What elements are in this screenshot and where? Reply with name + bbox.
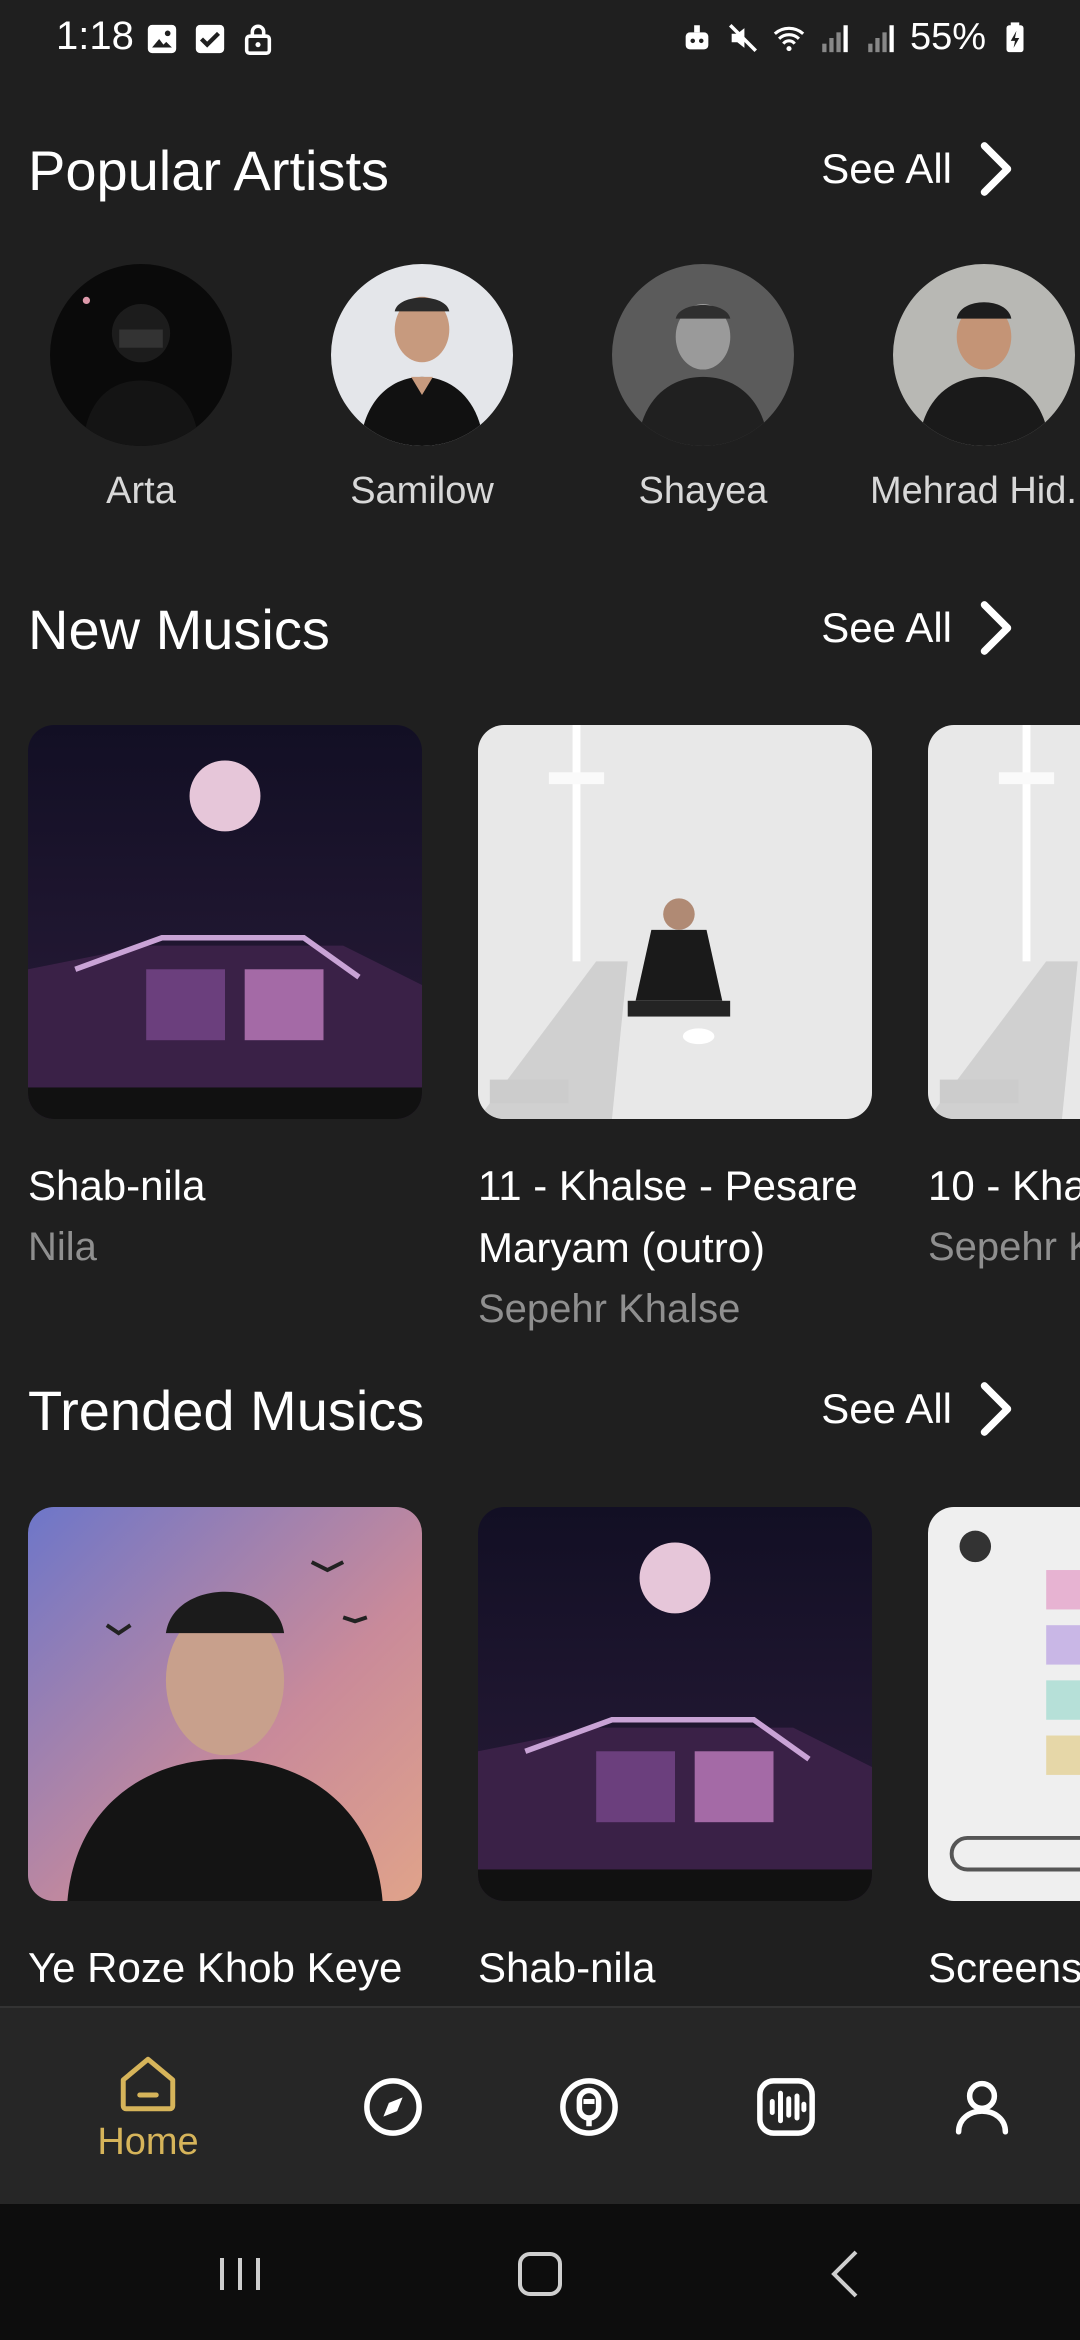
mute-icon (728, 23, 757, 52)
section-title: Trended Musics (28, 1379, 425, 1442)
new-musics-carousel[interactable]: Shab-nila Nila 11 - Khalse - Pesare Mary… (0, 725, 1080, 1335)
signal-icon (822, 24, 848, 52)
nav-profile[interactable] (874, 2008, 1080, 2206)
nav-home[interactable]: Home (40, 2008, 256, 2206)
wifi-icon (773, 26, 805, 51)
new-musics-header: New Musics See All (0, 587, 1080, 677)
artist-name: Arta (106, 470, 176, 512)
track-title: Shab-nila (478, 1944, 656, 1991)
music-card[interactable]: Screenshot (928, 1507, 1080, 1999)
music-card[interactable]: 10 - Khalse - Canis - A Sepehr Khalse (928, 725, 1080, 1277)
audio-wave-icon (757, 2078, 815, 2136)
track-artist: Sepehr Khalse (928, 1225, 1080, 1269)
battery-percentage: 55% (909, 16, 986, 58)
section-title: New Musics (28, 598, 330, 661)
see-all-label: See All (821, 604, 952, 651)
nav-home-label: Home (97, 2120, 199, 2163)
album-cover (28, 725, 422, 1119)
artist-name: Mehrad Hid... (869, 470, 1080, 512)
music-card[interactable]: Shab-nila (478, 1507, 872, 1999)
chevron-right-icon (980, 601, 1012, 655)
home-system-icon[interactable] (500, 2244, 580, 2304)
nav-podcast[interactable] (481, 2008, 697, 2206)
artist-avatar (50, 264, 232, 446)
bottom-navigation: Home (0, 2006, 1080, 2204)
home-icon (120, 2056, 176, 2111)
see-all-artists-button[interactable]: See All (821, 140, 1014, 198)
music-card[interactable]: Ye Roze Khob Keye (28, 1507, 422, 1999)
see-all-new-musics-button[interactable]: See All (821, 599, 1014, 657)
artist-name: Shayea (638, 470, 768, 512)
artist-item[interactable]: Arta (0, 264, 286, 513)
album-cover (478, 725, 872, 1119)
recent-apps-icon[interactable] (200, 2244, 280, 2304)
compass-icon (364, 2078, 422, 2136)
nav-audio[interactable] (678, 2008, 894, 2206)
music-card[interactable]: Shab-nila Nila (28, 725, 422, 1277)
artist-name: Samilow (350, 470, 494, 512)
status-bar: 1:18 55% (0, 0, 1080, 80)
back-icon[interactable] (806, 2244, 886, 2304)
section-title: Popular Artists (28, 139, 390, 202)
trended-musics-header: Trended Musics See All (0, 1368, 1080, 1458)
nav-explore[interactable] (285, 2008, 501, 2206)
see-all-trended-musics-button[interactable]: See All (821, 1380, 1014, 1438)
artist-item[interactable]: Shayea (558, 264, 848, 513)
see-all-label: See All (821, 145, 952, 192)
trended-musics-carousel[interactable]: Ye Roze Khob Keye Shab-nila Screenshot (0, 1507, 1080, 2006)
album-cover (478, 1507, 872, 1901)
track-title: 11 - Khalse - Pesare Maryam (outro) (478, 1162, 858, 1271)
album-cover (28, 1507, 422, 1901)
checkbox-icon (195, 24, 225, 54)
profile-icon (955, 2080, 1009, 2135)
track-title: 10 - Khalse - Canis - A (928, 1162, 1080, 1209)
popular-artists-header: Popular Artists See All (0, 128, 1080, 218)
track-artist: Sepehr Khalse (478, 1287, 741, 1331)
podcast-icon (560, 2078, 618, 2136)
status-time: 1:18 (56, 14, 134, 58)
track-title: Screenshot (928, 1944, 1080, 1991)
chevron-right-icon (980, 142, 1012, 196)
track-artist: Nila (28, 1225, 97, 1269)
artist-avatar (331, 264, 513, 446)
lock-icon (244, 24, 272, 55)
battery-icon (1006, 21, 1024, 52)
system-navigation-bar (0, 2204, 1080, 2340)
see-all-label: See All (821, 1385, 952, 1432)
robot-icon (685, 24, 709, 49)
music-card[interactable]: 11 - Khalse - Pesare Maryam (outro) Sepe… (478, 725, 872, 1335)
signal-icon (868, 24, 894, 52)
track-title: Shab-nila (28, 1162, 206, 1209)
track-title: Ye Roze Khob Keye (28, 1944, 403, 1991)
album-cover (928, 1507, 1080, 1901)
artist-avatar (893, 264, 1075, 446)
artist-item[interactable]: Samilow (277, 264, 567, 513)
album-cover (928, 725, 1080, 1119)
artists-carousel[interactable]: Arta Samilow Shayea Mehrad Hid... (0, 264, 1080, 524)
gallery-icon (147, 24, 177, 54)
chevron-right-icon (980, 1382, 1012, 1436)
artist-avatar (612, 264, 794, 446)
artist-item[interactable]: Mehrad Hid... (839, 264, 1080, 513)
